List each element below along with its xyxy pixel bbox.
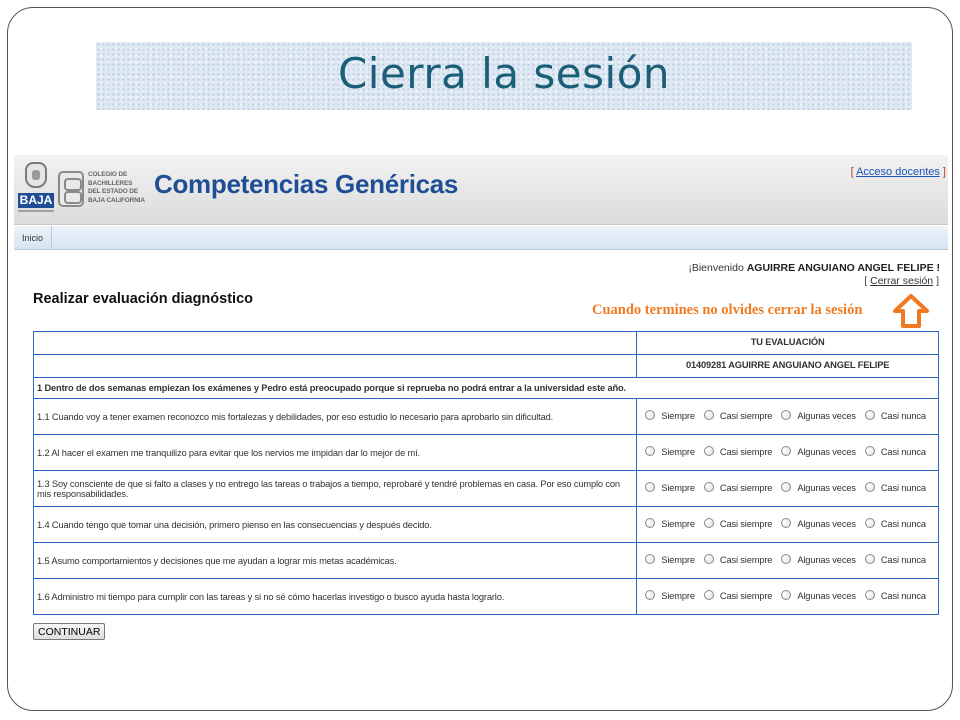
radio-option-2[interactable] (703, 446, 714, 457)
app-screenshot: BAJA COLEGIO DE BACHILLERES DEL ESTADO D… (14, 155, 948, 655)
radio-option-label: Casi siempre (719, 555, 773, 566)
answer-options: Siempre Casi siempre Algunas veces Casi nun… (636, 542, 939, 579)
radio-option-1[interactable] (645, 590, 656, 601)
question-text: 1.4 Cuando tengo que tomar una decisión,… (32, 506, 638, 543)
radio-option-label: Casi nunca (880, 411, 926, 422)
radio-option-3[interactable] (781, 446, 792, 457)
radio-option-3[interactable] (781, 410, 792, 421)
radio-option-label: Casi nunca (880, 483, 926, 494)
radio-option-2[interactable] (703, 482, 714, 493)
radio-option-label: Siempre (661, 483, 695, 494)
table-row: 1.3 Soy consciente de que si falto a cla… (32, 470, 939, 507)
question-text: 1.5 Asumo comportamientos y decisiones q… (32, 542, 638, 579)
radio-option-1[interactable] (645, 482, 656, 493)
radio-option-1[interactable] (645, 554, 656, 565)
radio-option-2[interactable] (703, 554, 714, 565)
table-row: 1.2 Al hacer el examen me tranquilizo pa… (32, 434, 939, 471)
answer-options: Siempre Casi siempre Algunas veces Casi nun… (636, 506, 939, 543)
table-row: 1.1 Cuando voy a tener examen reconozco … (32, 398, 939, 435)
docentes-link-wrapper: [ Acceso docentes ] (850, 166, 946, 178)
acceso-docentes-link[interactable]: Acceso docentes (856, 166, 940, 178)
table-student-row: 01409281 AGUIRRE ANGUIANO ANGEL FELIPE (32, 354, 939, 378)
radio-option-label: Casi nunca (880, 591, 926, 602)
question-block-row: 1 Dentro de dos semanas empiezan los exá… (33, 377, 939, 399)
answer-options: Siempre Casi siempre Algunas veces Casi nun… (636, 398, 939, 435)
cobach-logo: COLEGIO DE BACHILLERES DEL ESTADO DE BAJ… (58, 171, 148, 209)
page-title: Realizar evaluación diagnóstico (33, 291, 253, 307)
logout-reminder: Cuando termines no olvides cerrar la ses… (592, 302, 863, 318)
radio-option-label: Casi siempre (719, 519, 773, 530)
radio-option-label: Algunas veces (797, 555, 856, 566)
radio-option-4[interactable] (864, 446, 875, 457)
table-header-row: TU EVALUACIÓN (32, 331, 939, 355)
answer-options: Siempre Casi siempre Algunas veces Casi nun… (636, 434, 939, 471)
nav-item-inicio[interactable]: Inicio (14, 226, 53, 250)
radio-option-2[interactable] (703, 410, 714, 421)
radio-option-label: Casi nunca (880, 519, 926, 530)
radio-option-4[interactable] (864, 518, 875, 529)
radio-option-label: Algunas veces (797, 591, 856, 602)
radio-option-1[interactable] (645, 518, 656, 529)
radio-option-label: Casi nunca (880, 555, 926, 566)
site-title: Competencias Genéricas (154, 169, 459, 199)
question-text: 1.2 Al hacer el examen me tranquilizo pa… (32, 434, 638, 471)
arrow-up-icon (893, 294, 929, 328)
radio-option-3[interactable] (781, 590, 792, 601)
radio-option-label: Siempre (661, 447, 695, 458)
continue-button[interactable]: CONTINUAR (33, 623, 106, 640)
evaluation-table: TU EVALUACIÓN 01409281 AGUIRRE ANGUIANO … (32, 331, 939, 615)
logout-link-wrapper: [ Cerrar sesión ] (864, 275, 939, 287)
radio-option-4[interactable] (864, 554, 875, 565)
answer-options: Siempre Casi siempre Algunas veces Casi nun… (636, 578, 939, 615)
question-text: 1.1 Cuando voy a tener examen reconozco … (32, 398, 638, 435)
slide-title-band: Cierra la sesión (96, 42, 912, 110)
radio-option-label: Siempre (661, 411, 695, 422)
question-block-title: 1 Dentro de dos semanas empiezan los exá… (33, 377, 939, 399)
radio-option-4[interactable] (864, 482, 875, 493)
question-text: 1.3 Soy consciente de que si falto a cla… (32, 470, 638, 507)
radio-option-label: Casi siempre (719, 447, 773, 458)
radio-option-1[interactable] (645, 410, 656, 421)
radio-option-4[interactable] (864, 410, 875, 421)
user-name: AGUIRRE ANGUIANO ANGEL FELIPE ! (746, 262, 940, 274)
navbar: Inicio (14, 226, 948, 250)
answer-options: Siempre Casi siempre Algunas veces Casi nun… (636, 470, 939, 507)
welcome-message: ¡Bienvenido AGUIRRE ANGUIANO ANGEL FELIP… (688, 262, 940, 274)
slide-title: Cierra la sesión (337, 48, 671, 98)
radio-option-label: Algunas veces (797, 411, 856, 422)
radio-option-4[interactable] (864, 590, 875, 601)
table-row: 1.5 Asumo comportamientos y decisiones q… (32, 542, 939, 579)
radio-option-label: Siempre (661, 555, 695, 566)
cobach-logo-icon (58, 171, 84, 207)
radio-option-label: Siempre (661, 519, 695, 530)
logout-link[interactable]: Cerrar sesión (870, 275, 933, 287)
radio-option-label: Casi nunca (880, 447, 926, 458)
table-row: 1.4 Cuando tengo que tomar una decisión,… (32, 506, 939, 543)
radio-option-2[interactable] (703, 518, 714, 529)
radio-option-label: Casi siempre (719, 483, 773, 494)
radio-option-label: Algunas veces (797, 447, 856, 458)
radio-option-label: Algunas veces (797, 519, 856, 530)
radio-option-1[interactable] (645, 446, 656, 457)
evaluation-header: TU EVALUACIÓN (636, 331, 939, 355)
radio-option-label: Casi siempre (719, 411, 773, 422)
baja-logo-word: BAJA (18, 193, 54, 208)
student-id-name: 01409281 AGUIRRE ANGUIANO ANGEL FELIPE (636, 354, 939, 378)
site-header: BAJA COLEGIO DE BACHILLERES DEL ESTADO D… (14, 155, 948, 225)
radio-option-2[interactable] (703, 590, 714, 601)
radio-option-label: Casi siempre (719, 591, 773, 602)
state-emblem-icon (25, 162, 47, 188)
radio-option-label: Siempre (661, 591, 695, 602)
radio-option-3[interactable] (781, 518, 792, 529)
welcome-prefix: ¡Bienvenido (688, 262, 744, 274)
question-text: 1.6 Administro mi tiempo para cumplir co… (32, 578, 638, 615)
baja-logo: BAJA (18, 160, 54, 214)
radio-option-label: Algunas veces (797, 483, 856, 494)
table-row: 1.6 Administro mi tiempo para cumplir co… (32, 578, 939, 615)
radio-option-3[interactable] (781, 482, 792, 493)
radio-option-3[interactable] (781, 554, 792, 565)
cobach-logo-text: COLEGIO DE BACHILLERES DEL ESTADO DE BAJ… (88, 171, 145, 204)
